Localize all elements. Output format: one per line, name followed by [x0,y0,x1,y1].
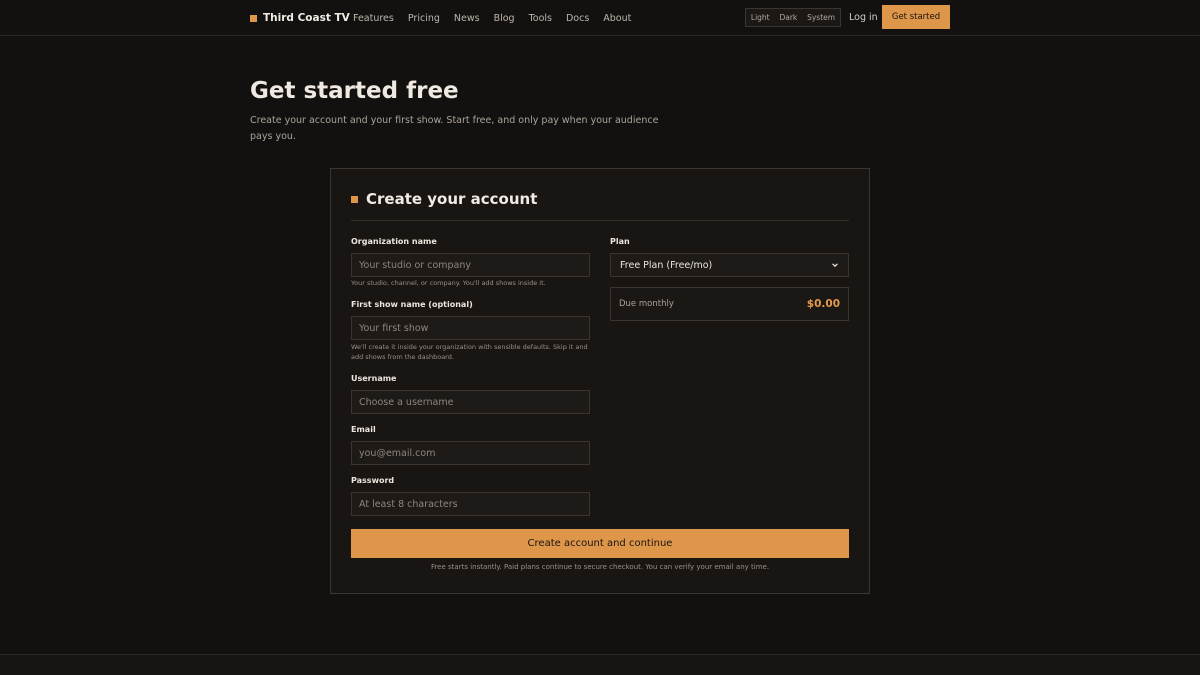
nav-link-about[interactable]: About [603,13,631,24]
page-subtitle: Create your account and your first show.… [250,115,659,142]
nav-link-docs[interactable]: Docs [566,13,589,24]
org-name-input[interactable] [351,253,590,277]
password-label: Password [351,476,395,485]
show-name-hint: We'll create it inside your organization… [351,343,588,361]
footer [0,654,1200,675]
nav-link-blog[interactable]: Blog [494,13,515,24]
plan-select[interactable]: Free Plan (Free/mo) [610,253,849,277]
brand-name: Third Coast TV [263,12,350,24]
due-monthly-amount: $0.00 [806,298,840,310]
card-title: Create your account [366,190,538,208]
checkout-footnote: Free starts instantly. Paid plans contin… [430,563,770,571]
plan-label: Plan [610,237,630,246]
theme-switcher: Light Dark System [745,8,841,27]
brand-square-icon [250,14,257,22]
org-name-label: Organization name [351,237,437,246]
section-square-icon [351,196,358,203]
nav-link-features[interactable]: Features [353,13,394,24]
card-header: Create your account [351,189,849,221]
username-input[interactable] [351,390,590,414]
brand-logo[interactable]: Third Coast TV [250,10,350,26]
due-monthly-label: Due monthly [619,299,674,309]
password-input[interactable] [351,492,590,516]
theme-option-light[interactable]: Light [751,13,770,22]
nav-link-news[interactable]: News [454,13,480,24]
get-started-button[interactable]: Get started [882,5,950,29]
main-nav: Features Pricing News Blog Tools Docs Ab… [353,10,631,26]
theme-option-system[interactable]: System [807,13,835,22]
signup-card: Create your account Organization name Yo… [330,168,870,594]
org-name-hint: Your studio, channel, or company. You'll… [351,279,546,287]
nav-link-pricing[interactable]: Pricing [408,13,440,24]
due-monthly-summary: Due monthly $0.00 [610,287,849,321]
top-nav-bar: Third Coast TV Features Pricing News Blo… [0,0,1200,36]
chevron-down-icon [832,263,838,268]
create-account-button[interactable]: Create account and continue [351,529,849,558]
show-name-input[interactable] [351,316,590,340]
username-label: Username [351,374,397,383]
login-link[interactable]: Log in [849,10,878,26]
email-input[interactable] [351,441,590,465]
plan-selected-value: Free Plan (Free/mo) [620,259,713,271]
nav-link-tools[interactable]: Tools [529,13,552,24]
theme-option-dark[interactable]: Dark [779,13,797,22]
page-title: Get started free [250,78,459,104]
email-label: Email [351,425,376,434]
show-name-label: First show name (optional) [351,300,473,309]
